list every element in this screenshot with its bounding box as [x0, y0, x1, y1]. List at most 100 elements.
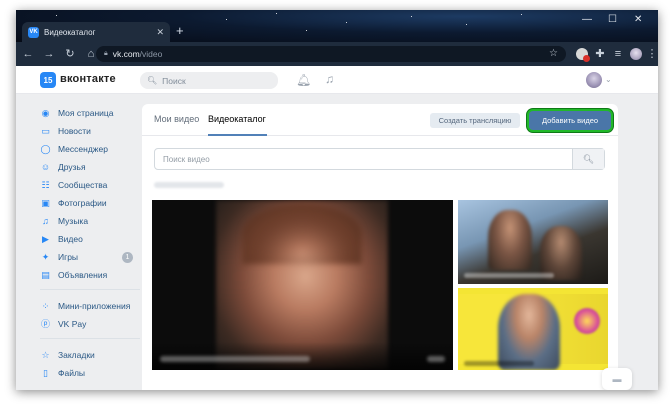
music-note-icon[interactable]: ♫: [325, 72, 334, 86]
video-thumbnail-image: [540, 226, 582, 280]
video-search-box: 🔍︎: [154, 148, 605, 170]
titlebar-star: [56, 15, 57, 16]
sidebar-item[interactable]: ⁘ Мини-приложения: [40, 297, 140, 315]
communities-icon: ☷: [41, 179, 50, 190]
vkpay-icon: ⓟ: [40, 318, 50, 329]
sidebar-item[interactable]: ◉ Моя страница: [40, 104, 140, 122]
url-path: /video: [139, 49, 163, 59]
sidebar-item[interactable]: ▶ Видео: [40, 230, 140, 248]
kebab-menu-icon[interactable]: ⋮: [646, 49, 658, 60]
music-icon: ♫: [42, 215, 49, 226]
vk-favicon-icon: VK: [28, 26, 39, 38]
tab-my-videos[interactable]: Мои видео: [154, 114, 199, 124]
browser-tab[interactable]: VK Видеокаталог ✕: [22, 22, 170, 42]
sidebar-item-label: Игры: [58, 252, 79, 262]
sidebar-item-label: Сообщества: [58, 180, 108, 190]
file-icon: ▯: [43, 367, 48, 378]
video-thumbnail-image: [498, 294, 560, 370]
sidebar-item[interactable]: ▤ Объявления: [40, 266, 140, 284]
chat-bubble-icon[interactable]: ▬: [602, 368, 632, 390]
maximize-button[interactable]: ☐: [608, 14, 617, 25]
video-thumbnail-large[interactable]: [152, 200, 453, 370]
photo-icon: ▣: [41, 197, 50, 208]
url-host: vk.com: [112, 49, 140, 59]
vk-header: 15 вконтакте 🔍︎ Поиск 🔔︎ ♫ ⌄: [16, 66, 658, 94]
sidebar-item[interactable]: ▯ Файлы: [40, 364, 140, 382]
sidebar-item-label: Объявления: [58, 270, 108, 280]
sidebar-item-label: Мини-приложения: [58, 301, 131, 311]
sidebar-item-label: Мессенджер: [58, 144, 108, 154]
sidebar-item[interactable]: ☆ Закладки: [40, 346, 140, 364]
sidebar-item[interactable]: ✦ Игры 1: [40, 248, 140, 266]
titlebar-star: [226, 19, 227, 20]
sidebar-item-label: Фотографии: [58, 198, 107, 208]
video-search-input[interactable]: [155, 149, 571, 169]
vk-brand-name[interactable]: вконтакте: [60, 73, 116, 85]
active-tab-underline: [208, 134, 267, 136]
tab-video-catalog[interactable]: Видеокаталог: [208, 114, 266, 124]
vk-search-input[interactable]: 🔍︎ Поиск: [140, 72, 278, 89]
newspaper-icon: ▭: [41, 125, 50, 136]
titlebar-star: [306, 30, 307, 31]
reload-icon[interactable]: ↻: [64, 48, 76, 60]
sidebar-item[interactable]: ◯ Мессенджер: [40, 140, 140, 158]
avatar[interactable]: [586, 72, 602, 88]
titlebar-star: [276, 13, 277, 14]
sidebar-item[interactable]: ♫ Музыка: [40, 212, 140, 230]
media-queue-icon[interactable]: ≡: [612, 49, 624, 60]
gamepad-icon: ✦: [41, 251, 50, 262]
video-title-blurred: [464, 273, 554, 278]
sidebar-item-label: Видео: [58, 234, 83, 244]
bookmark-star-icon[interactable]: ☆: [549, 48, 558, 59]
create-stream-button[interactable]: Создать трансляцию: [430, 113, 520, 128]
video-title-blurred: [464, 361, 534, 366]
close-window-button[interactable]: ✕: [634, 14, 642, 25]
sidebar-item[interactable]: ▣ Фотографии: [40, 194, 140, 212]
new-tab-icon[interactable]: +: [176, 24, 184, 37]
back-arrow-icon[interactable]: ←: [22, 48, 34, 60]
sidebar-item[interactable]: ☷ Сообщества: [40, 176, 140, 194]
notification-badge: 1: [122, 252, 133, 263]
browser-window: VK Видеокаталог ✕ + — ☐ ✕ ← → ↻ ⌂ 🔒︎ vk.…: [16, 10, 658, 390]
sidebar-item-label: Музыка: [58, 216, 89, 226]
profile-avatar-icon[interactable]: [630, 48, 642, 60]
sidebar-item[interactable]: ⓟ VK Pay: [40, 315, 140, 333]
chevron-down-icon[interactable]: ⌄: [605, 75, 612, 84]
titlebar-star: [346, 22, 347, 23]
bell-icon[interactable]: 🔔︎: [296, 73, 311, 87]
sidebar-item[interactable]: ▭ Новости: [40, 122, 140, 140]
sidebar-item-label: Друзья: [58, 162, 86, 172]
video-catalog-panel: Мои видео Видеокаталог Создать трансляци…: [142, 104, 618, 390]
sidebar-item-label: Моя страница: [58, 108, 114, 118]
sidebar-divider: [40, 338, 140, 339]
titlebar-star: [411, 16, 412, 17]
puzzle-extensions-icon[interactable]: ✚: [594, 49, 606, 60]
forward-arrow-icon[interactable]: →: [43, 48, 55, 60]
video-thumbnail-image: [574, 308, 600, 334]
video-title-blurred: [160, 356, 310, 362]
vk-logo-icon[interactable]: 15: [40, 72, 56, 88]
add-video-button[interactable]: Добавить видео: [529, 111, 611, 130]
tab-close-icon[interactable]: ✕: [156, 27, 164, 38]
video-tabs: Мои видео Видеокаталог Создать трансляци…: [142, 104, 618, 136]
vk-search-placeholder: Поиск: [162, 75, 186, 86]
browser-toolbar: ← → ↻ ⌂ 🔒︎ vk.com/video ☆ ✚ ≡ ⋮: [16, 42, 658, 66]
video-thumbnail-image-detail: [242, 204, 362, 264]
extension-icon[interactable]: [576, 48, 590, 62]
extension-badge: [583, 55, 590, 62]
star-icon: ☆: [41, 349, 50, 360]
ads-icon: ▤: [41, 269, 50, 280]
video-icon: ▶: [42, 233, 49, 244]
sidebar: ◉ Моя страница ▭ Новости ◯ Мессенджер ☺ Друзья ☷…: [40, 104, 140, 382]
video-duration-blurred: [427, 356, 445, 362]
browser-titlebar: VK Видеокаталог ✕ + — ☐ ✕: [16, 10, 658, 42]
sidebar-item[interactable]: ☺ Друзья: [40, 158, 140, 176]
search-icon[interactable]: 🔍︎: [572, 149, 604, 169]
message-bubble-icon: ◯: [40, 143, 51, 154]
address-bar[interactable]: 🔒︎ vk.com/video ☆: [96, 46, 566, 62]
video-thumbnail-small[interactable]: [458, 288, 608, 370]
minimize-button[interactable]: —: [582, 14, 592, 25]
search-icon: 🔍︎: [147, 76, 158, 85]
video-thumbnail-small[interactable]: [458, 200, 608, 284]
video-thumbnail-image: [488, 210, 532, 270]
